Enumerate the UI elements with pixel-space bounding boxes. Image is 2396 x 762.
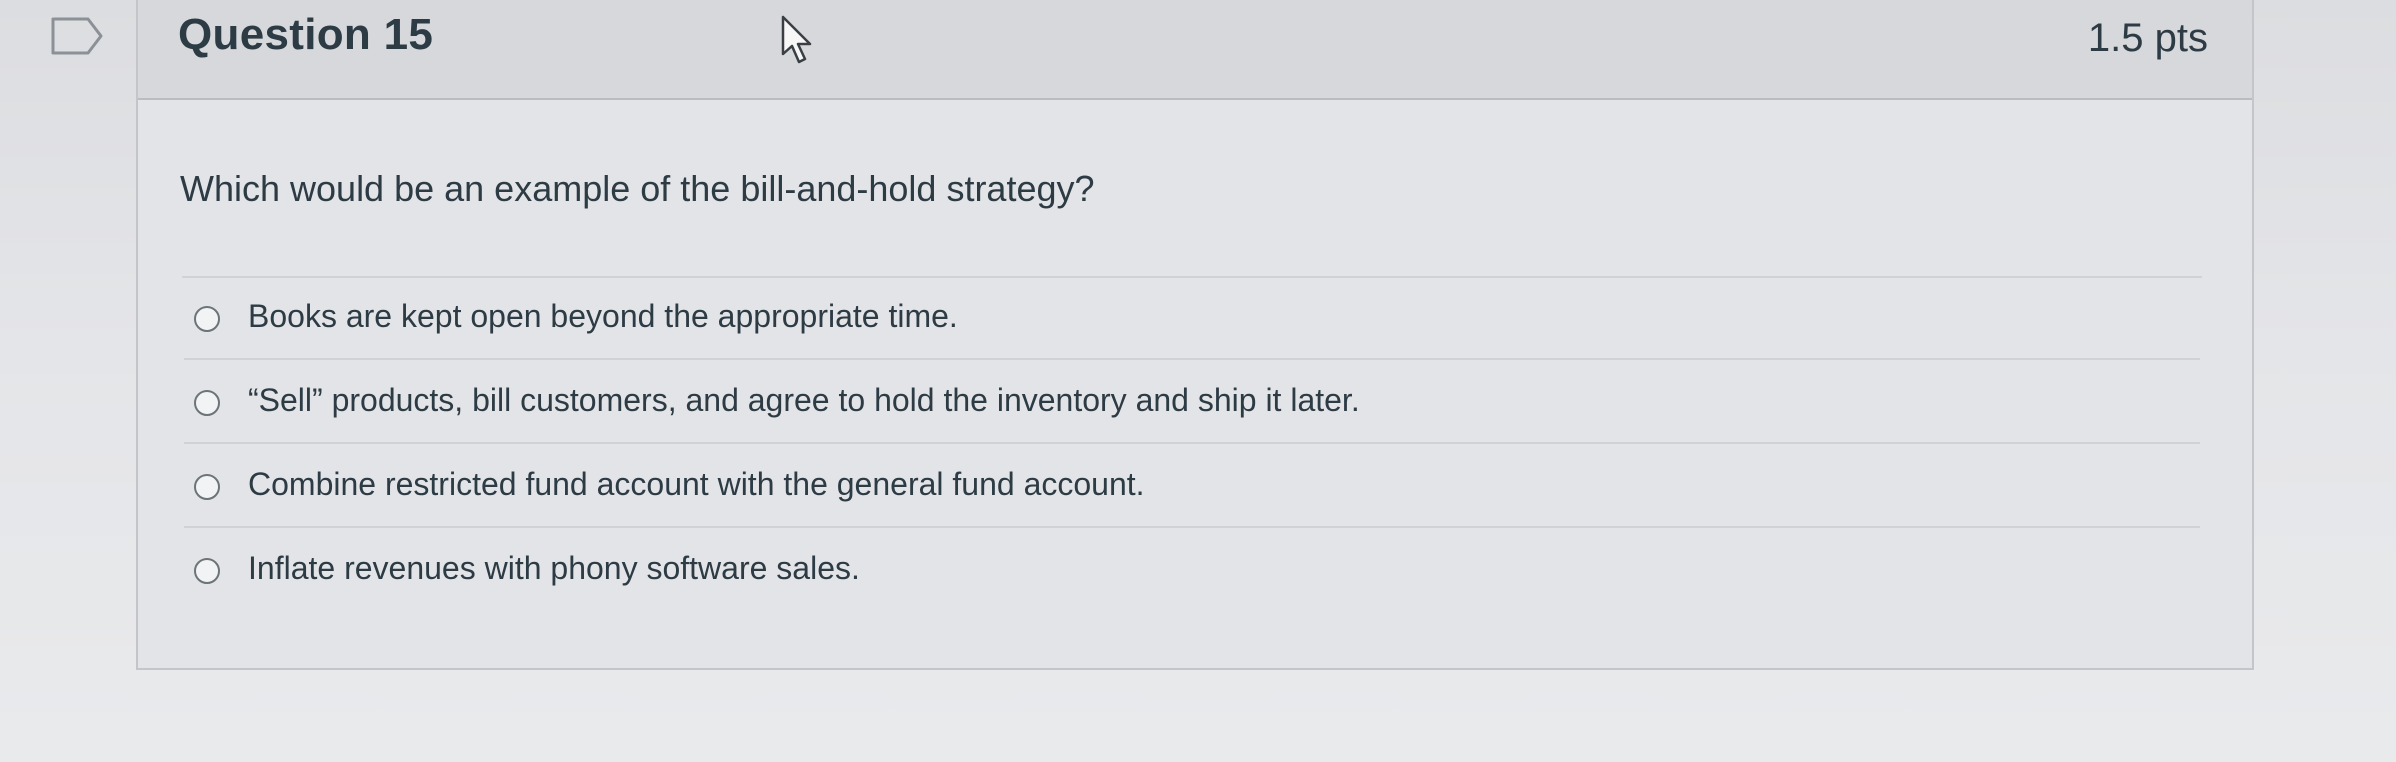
- answer-label: Books are kept open beyond the appropria…: [248, 298, 958, 334]
- question-points: 1.5 pts: [2087, 16, 2208, 60]
- answer-option-4[interactable]: Inflate revenues with phony software sal…: [184, 530, 2200, 612]
- answer-label: “Sell” products, bill customers, and agr…: [248, 382, 1360, 418]
- radio-button[interactable]: [194, 306, 220, 332]
- answer-option-3[interactable]: Combine restricted fund account with the…: [184, 446, 2200, 528]
- question-card: Question 15 1.5 pts Which would be an ex…: [136, 0, 2254, 670]
- question-title: Question 15: [178, 10, 434, 59]
- question-header: Question 15 1.5 pts: [138, 0, 2252, 100]
- radio-button[interactable]: [194, 390, 220, 416]
- answer-option-1[interactable]: Books are kept open beyond the appropria…: [184, 278, 2200, 360]
- answer-label: Combine restricted fund account with the…: [248, 466, 1145, 502]
- radio-button[interactable]: [194, 474, 220, 500]
- flag-question-icon[interactable]: [50, 16, 104, 56]
- radio-button[interactable]: [194, 558, 220, 584]
- answer-option-2[interactable]: “Sell” products, bill customers, and agr…: [184, 362, 2200, 444]
- answer-label: Inflate revenues with phony software sal…: [248, 550, 860, 586]
- question-text: Which would be an example of the bill-an…: [180, 168, 1095, 209]
